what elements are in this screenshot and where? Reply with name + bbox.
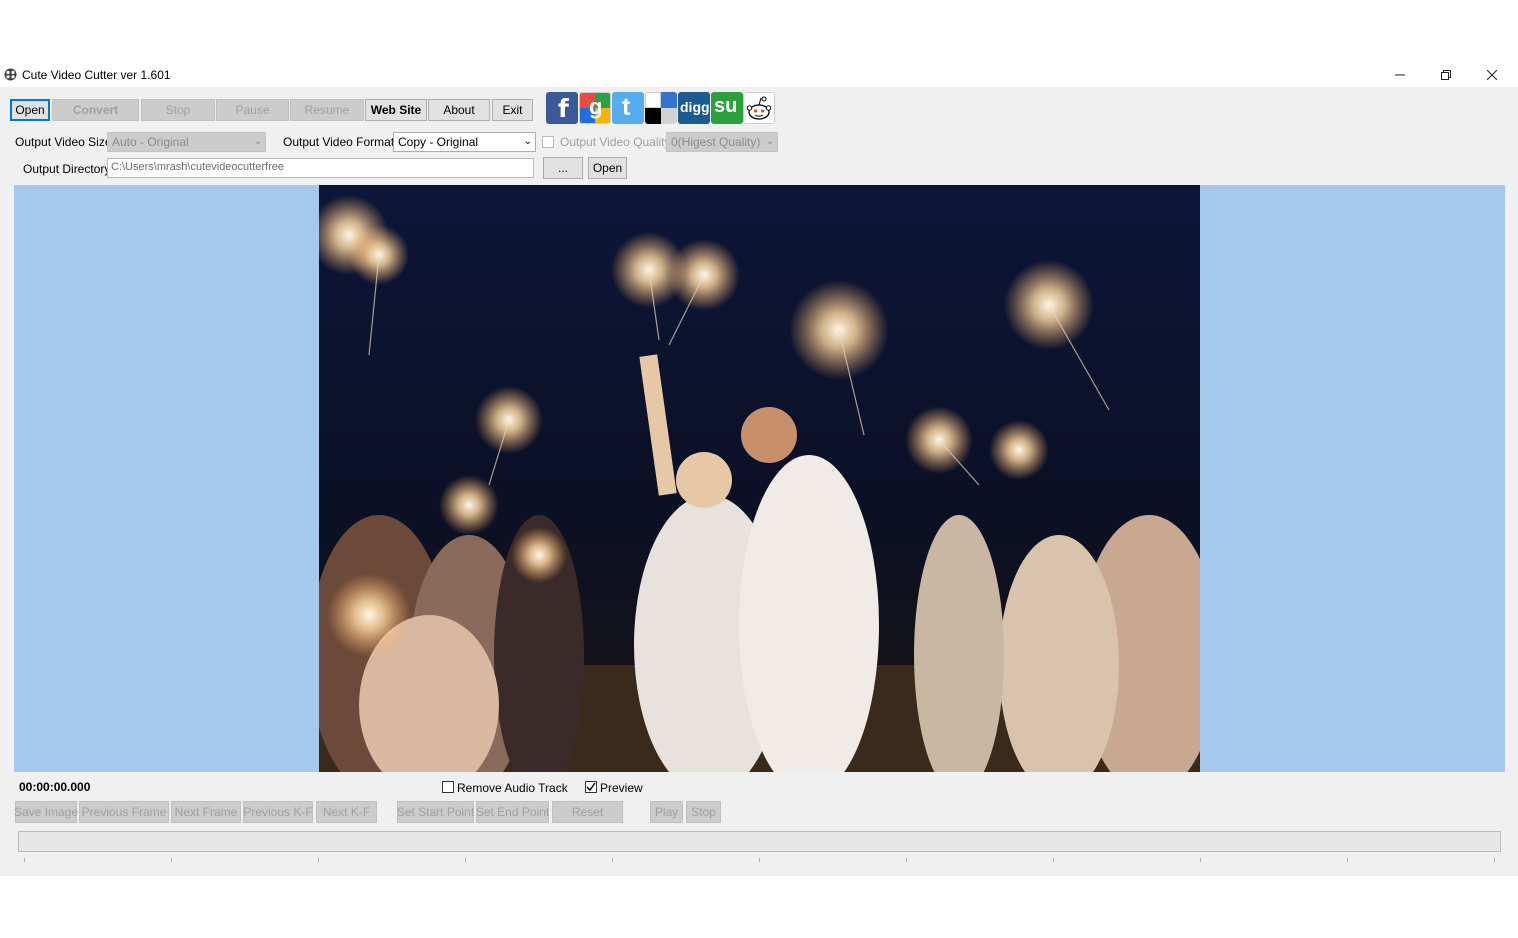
facebook-icon[interactable]: f — [546, 92, 578, 124]
convert-button[interactable]: Convert — [52, 99, 139, 121]
timecode-display: 00:00:00.000 — [19, 780, 91, 794]
remove-audio-label: Remove Audio Track — [457, 781, 568, 795]
film-reel-icon — [4, 68, 17, 81]
timeline-tick — [318, 858, 319, 862]
video-frame-image — [319, 185, 1200, 772]
title-bar: Cute Video Cutter ver 1.601 — [0, 63, 1518, 87]
timeline-tick — [612, 858, 613, 862]
google-glyph: g — [589, 94, 603, 119]
timeline-tick — [759, 858, 760, 862]
preview-checkbox[interactable] — [585, 781, 597, 793]
app-window: Cute Video Cutter ver 1.601 Open Convert… — [0, 63, 1518, 876]
output-size-value: Auto - Original — [112, 135, 189, 149]
output-format-label: Output Video Format: — [283, 135, 398, 149]
stop-button[interactable]: Stop — [141, 99, 215, 121]
next-frame-button[interactable]: Next Frame — [171, 801, 241, 823]
remove-audio-checkbox[interactable] — [442, 781, 454, 793]
next-keyframe-button[interactable]: Next K-F — [316, 801, 377, 823]
chevron-down-icon: ⌄ — [523, 136, 532, 147]
output-format-select[interactable]: Copy - Original ⌄ — [393, 132, 536, 152]
save-image-button[interactable]: Save Image — [14, 801, 78, 823]
timeline-tick — [24, 858, 25, 862]
timeline-tick — [1200, 858, 1201, 862]
close-icon — [1487, 70, 1497, 80]
output-size-label: Output Video Size: — [15, 135, 115, 149]
facebook-glyph: f — [558, 94, 569, 123]
google-icon[interactable]: g — [579, 92, 611, 124]
checkmark-icon — [586, 782, 596, 792]
digg-icon[interactable]: digg — [678, 92, 710, 124]
set-start-point-button[interactable]: Set Start Point — [397, 801, 474, 823]
output-directory-label: Output Directory: — [23, 162, 114, 176]
browse-directory-button[interactable]: ... — [543, 157, 583, 179]
twitter-icon[interactable]: t — [612, 92, 644, 124]
chevron-down-icon: ⌄ — [253, 136, 262, 147]
video-preview-area — [14, 185, 1505, 772]
about-button[interactable]: About — [428, 99, 490, 121]
output-quality-select[interactable]: 0(Higest Quality) ⌄ — [666, 132, 778, 152]
open-button[interactable]: Open — [10, 99, 50, 121]
digg-glyph: digg — [680, 99, 710, 115]
timeline-tick — [171, 858, 172, 862]
delicious-icon[interactable] — [645, 92, 677, 124]
window-title: Cute Video Cutter ver 1.601 — [22, 68, 171, 82]
play-button[interactable]: Play — [650, 801, 683, 823]
output-size-select[interactable]: Auto - Original ⌄ — [107, 132, 266, 152]
playback-stop-button[interactable]: Stop — [686, 801, 721, 823]
website-button[interactable]: Web Site — [365, 99, 427, 121]
chevron-down-icon: ⌄ — [765, 136, 774, 147]
pause-button[interactable]: Pause — [216, 99, 289, 121]
twitter-glyph: t — [622, 93, 631, 121]
timeline-tick — [1347, 858, 1348, 862]
timeline-tick — [1494, 858, 1495, 862]
output-quality-checkbox[interactable] — [542, 136, 554, 148]
timeline-slider[interactable] — [18, 831, 1501, 852]
stumbleupon-glyph: su — [714, 95, 738, 117]
reset-button[interactable]: Reset — [552, 801, 623, 823]
open-directory-button[interactable]: Open — [588, 157, 627, 179]
output-quality-value: 0(Higest Quality) — [671, 135, 761, 149]
timeline-tick — [1053, 858, 1054, 862]
exit-button[interactable]: Exit — [492, 99, 533, 121]
restore-button[interactable] — [1423, 63, 1469, 87]
reddit-icon[interactable] — [743, 92, 775, 124]
timeline-tick — [465, 858, 466, 862]
previous-keyframe-button[interactable]: Previous K-F — [243, 801, 313, 823]
set-end-point-button[interactable]: Set End Point — [476, 801, 549, 823]
stumbleupon-icon[interactable]: su — [711, 92, 743, 124]
output-quality-label: Output Video Quality — [560, 135, 671, 149]
previous-frame-button[interactable]: Previous Frame — [79, 801, 169, 823]
minimize-button[interactable] — [1377, 63, 1423, 87]
timeline-tick — [906, 858, 907, 862]
restore-icon — [1441, 70, 1451, 80]
minimize-icon — [1395, 74, 1405, 76]
preview-label: Preview — [600, 781, 643, 795]
resume-button[interactable]: Resume — [290, 99, 364, 121]
video-frame — [319, 185, 1200, 772]
reddit-alien-icon — [746, 96, 772, 120]
close-button[interactable] — [1469, 63, 1515, 87]
output-format-value: Copy - Original — [398, 135, 479, 149]
output-directory-field[interactable]: C:\Users\mrash\cutevideocutterfree — [107, 158, 534, 178]
